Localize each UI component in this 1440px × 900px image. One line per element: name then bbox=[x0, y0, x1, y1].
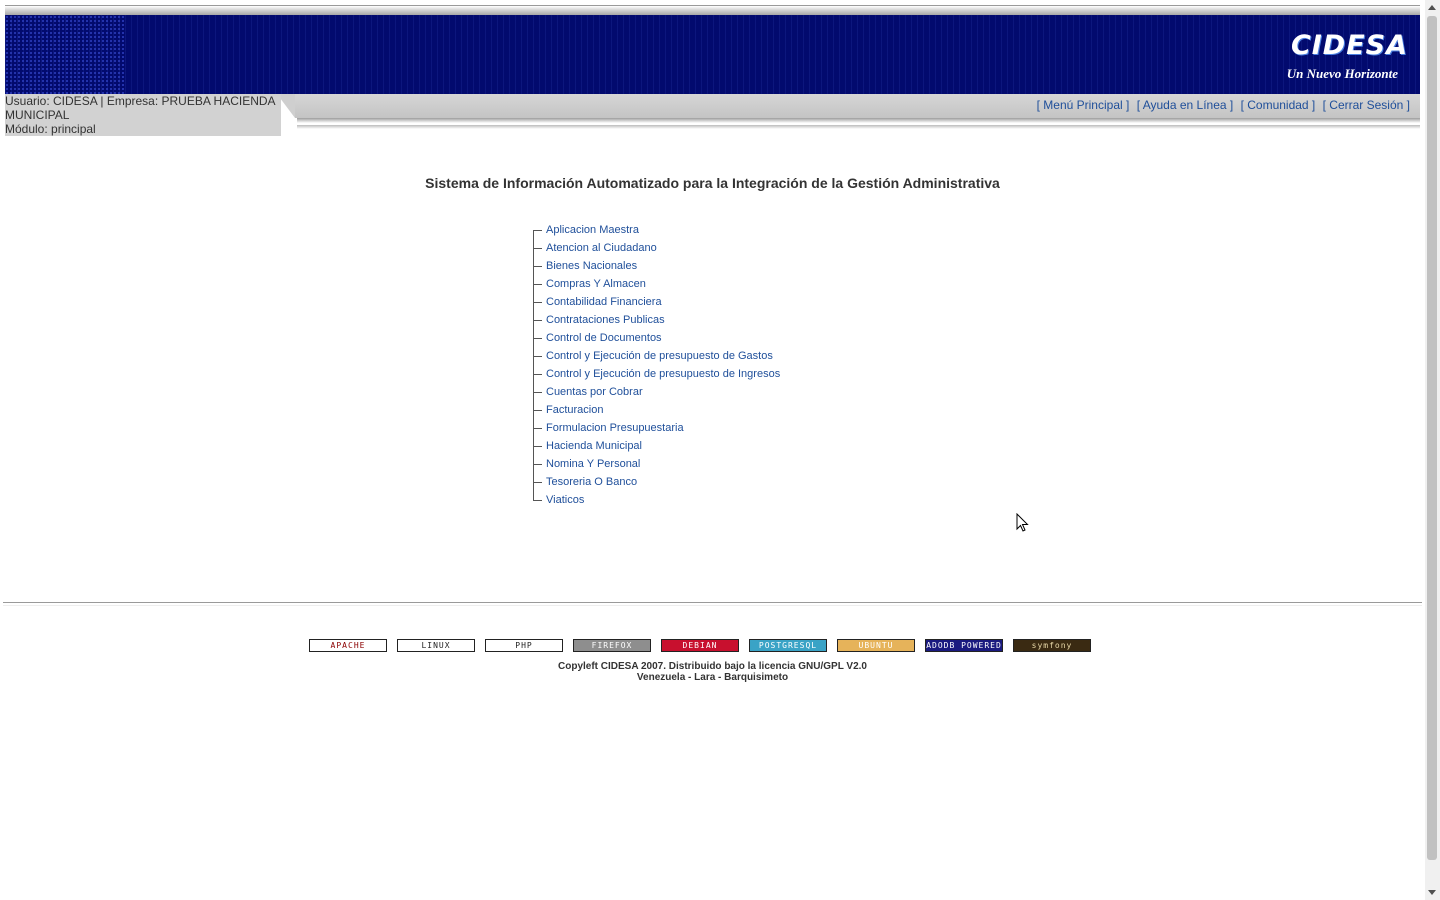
logo-tagline: Un Nuevo Horizonte bbox=[1286, 66, 1398, 81]
tree-branch-line bbox=[533, 482, 542, 483]
module-link[interactable]: Control y Ejecución de presupuesto de Ga… bbox=[546, 350, 773, 362]
user-company-text: Usuario: CIDESA | Empresa: PRUEBA HACIEN… bbox=[5, 94, 275, 122]
banner-dots bbox=[5, 15, 125, 95]
scroll-up-arrow-icon[interactable] bbox=[1428, 5, 1436, 10]
module-link[interactable]: Nomina Y Personal bbox=[546, 458, 640, 470]
module-tree-item: Bienes Nacionales bbox=[533, 258, 780, 276]
module-link[interactable]: Viaticos bbox=[546, 494, 584, 506]
cidesa-logo: CIDESA Un Nuevo Horizonte bbox=[1287, 32, 1408, 82]
tree-branch-line bbox=[533, 410, 542, 411]
cerrar-sesion-link[interactable]: [ Cerrar Sesión ] bbox=[1323, 98, 1410, 112]
module-link[interactable]: Hacienda Municipal bbox=[546, 440, 642, 452]
module-tree-item: Control de Documentos bbox=[533, 330, 780, 348]
module-link[interactable]: Control y Ejecución de presupuesto de In… bbox=[546, 368, 780, 380]
module-tree-item: Formulacion Presupuestaria bbox=[533, 420, 780, 438]
location-text: Venezuela - Lara - Barquisimeto bbox=[636, 672, 789, 683]
module-tree-item: Contabilidad Financiera bbox=[533, 294, 780, 312]
tree-branch-line bbox=[533, 320, 542, 321]
divider-line bbox=[297, 125, 1420, 129]
module-tree-item: Aplicacion Maestra bbox=[533, 222, 780, 240]
technology-badge[interactable]: POSTGRESQL POWERED bbox=[749, 639, 827, 661]
technology-badges: APACHE LINUX PHP FIREFOX DEBIAN POSTGRESQL PO… bbox=[309, 639, 1091, 661]
copyright-text: Copyleft CIDESA 2007. Distribuido bajo l… bbox=[558, 661, 867, 672]
tree-branch-line bbox=[533, 248, 542, 249]
module-tree: Aplicacion Maestra Atencion al Ciudadano B… bbox=[533, 222, 780, 510]
mouse-cursor-icon bbox=[1016, 512, 1030, 538]
tree-branch-line bbox=[533, 356, 542, 357]
module-link[interactable]: Cuentas por Cobrar bbox=[546, 386, 643, 398]
page-title: Sistema de Información Automatizado para… bbox=[425, 175, 1000, 191]
technology-badge[interactable]: PHP bbox=[485, 639, 563, 652]
scrollbar-thumb[interactable] bbox=[1427, 16, 1437, 860]
tree-branch-line bbox=[533, 266, 542, 267]
technology-badge[interactable]: FIREFOX bbox=[573, 639, 651, 652]
comunidad-link[interactable]: [ Comunidad ] bbox=[1241, 98, 1316, 112]
module-tree-item: Nomina Y Personal bbox=[533, 456, 780, 474]
tree-branch-line bbox=[533, 392, 542, 393]
module-tree-item: Contrataciones Publicas bbox=[533, 312, 780, 330]
tree-branch-line bbox=[533, 500, 542, 501]
footer-text: Copyleft CIDESA 2007. Distribuido bajo l… bbox=[0, 661, 1425, 683]
scroll-down-arrow-icon[interactable] bbox=[1428, 890, 1436, 895]
module-link[interactable]: Aplicacion Maestra bbox=[546, 224, 639, 236]
banner-pattern bbox=[5, 15, 1420, 95]
ayuda-en-linea-link[interactable]: [ Ayuda en Línea ] bbox=[1137, 98, 1234, 112]
module-link[interactable]: Tesoreria O Banco bbox=[546, 476, 637, 488]
technology-badge[interactable]: ADODB POWERED bbox=[925, 639, 1003, 652]
technology-badge[interactable]: UBUNTU bbox=[837, 639, 915, 652]
module-tree-item: Atencion al Ciudadano bbox=[533, 240, 780, 258]
module-tree-item: Cuentas por Cobrar bbox=[533, 384, 780, 402]
module-link[interactable]: Atencion al Ciudadano bbox=[546, 242, 657, 254]
tree-branch-line bbox=[533, 464, 542, 465]
technology-badge[interactable]: APACHE bbox=[309, 639, 387, 652]
module-link[interactable]: Compras Y Almacen bbox=[546, 278, 646, 290]
header-banner: CIDESA Un Nuevo Horizonte bbox=[5, 5, 1420, 95]
footer-divider bbox=[3, 602, 1422, 606]
technology-badge[interactable]: LINUX bbox=[397, 639, 475, 652]
tree-branch-line bbox=[533, 302, 542, 303]
module-tree-item: Hacienda Municipal bbox=[533, 438, 780, 456]
technology-badge[interactable]: DEBIAN bbox=[661, 639, 739, 652]
module-tree-item: Viaticos bbox=[533, 492, 780, 510]
banner-top-line bbox=[5, 6, 1420, 15]
logo-text: CIDESA bbox=[1290, 30, 1408, 61]
tree-branch-line bbox=[533, 428, 542, 429]
module-link[interactable]: Formulacion Presupuestaria bbox=[546, 422, 684, 434]
module-tree-item: Tesoreria O Banco bbox=[533, 474, 780, 492]
tree-branch-line bbox=[533, 374, 542, 375]
module-link[interactable]: Contrataciones Publicas bbox=[546, 314, 665, 326]
module-link[interactable]: Control de Documentos bbox=[546, 332, 662, 344]
module-tree-item: Facturacion bbox=[533, 402, 780, 420]
module-text: Módulo: principal bbox=[5, 122, 96, 136]
module-tree-item: Compras Y Almacen bbox=[533, 276, 780, 294]
divider-line bbox=[297, 118, 1420, 123]
module-tree-item: Control y Ejecución de presupuesto de Ga… bbox=[533, 348, 780, 366]
top-navigation: [ Menú Principal ] [ Ayuda en Línea ] [ … bbox=[1033, 98, 1410, 112]
menu-principal-link[interactable]: [ Menú Principal ] bbox=[1037, 98, 1130, 112]
tree-branch-line bbox=[533, 338, 542, 339]
module-link[interactable]: Bienes Nacionales bbox=[546, 260, 637, 272]
tree-branch-line bbox=[533, 284, 542, 285]
module-link[interactable]: Contabilidad Financiera bbox=[546, 296, 662, 308]
module-tree-item: Control y Ejecución de presupuesto de In… bbox=[533, 366, 780, 384]
module-link[interactable]: Facturacion bbox=[546, 404, 603, 416]
vertical-scrollbar[interactable] bbox=[1425, 0, 1440, 900]
tree-branch-line bbox=[533, 446, 542, 447]
technology-badge[interactable]: symfony bbox=[1013, 639, 1091, 652]
user-info: Usuario: CIDESA | Empresa: PRUEBA HACIEN… bbox=[5, 94, 281, 136]
info-bar: Usuario: CIDESA | Empresa: PRUEBA HACIEN… bbox=[5, 94, 1420, 136]
tree-branch-line bbox=[533, 230, 542, 231]
